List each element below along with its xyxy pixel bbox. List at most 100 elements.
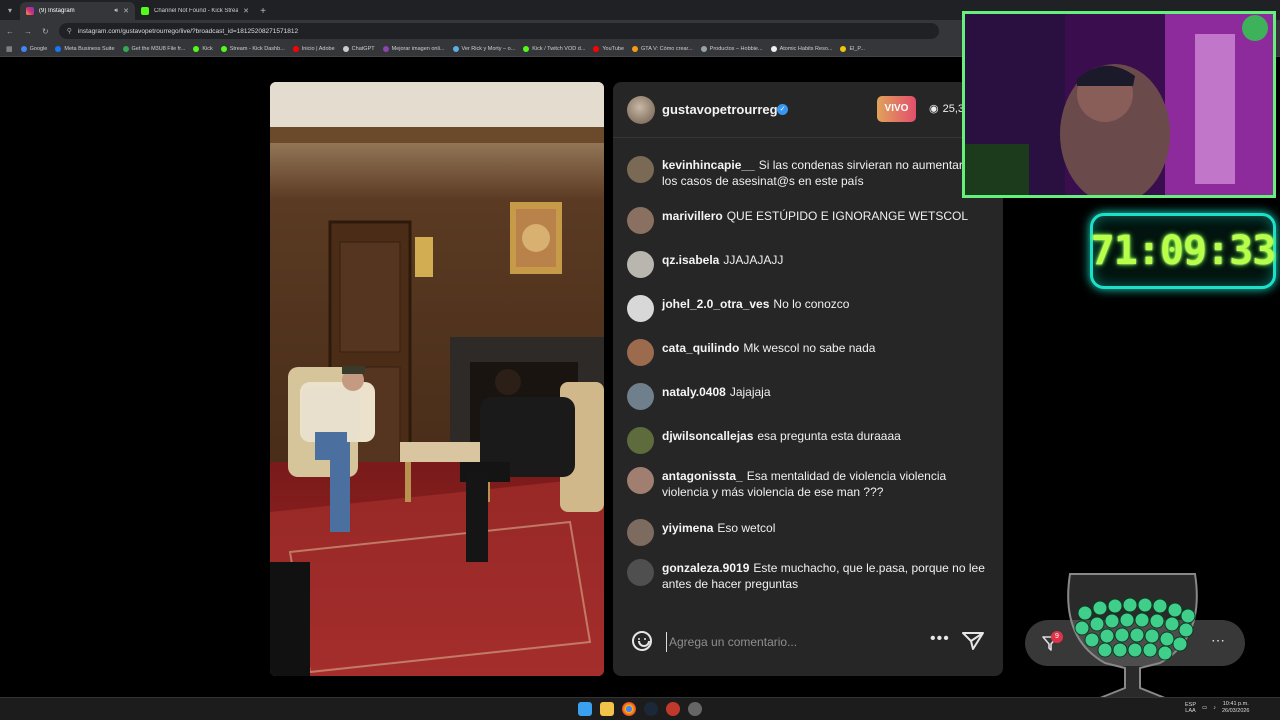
comment-item: gonzaleza.9019 Este muchacho, que le.pasa…: [627, 559, 987, 592]
commenter-avatar[interactable]: [627, 467, 654, 494]
webcam-image: [965, 14, 1273, 195]
chrome-icon[interactable]: [622, 702, 636, 716]
comment-item: kevinhincapie__ Si las condenas sirvieran…: [627, 156, 987, 189]
close-tab-icon[interactable]: ✕: [123, 7, 129, 15]
bookmark-favicon-icon: [122, 46, 129, 52]
tab-label: Channel Not Found - Kick Strea...: [154, 8, 239, 14]
start-icon[interactable]: [578, 702, 592, 716]
commenter-avatar[interactable]: [627, 156, 654, 183]
bookmark-favicon-icon: [55, 46, 62, 52]
live-badge: VIVO: [877, 96, 916, 122]
commenter-username[interactable]: johel_2.0_otra_ves: [662, 297, 769, 311]
send-icon[interactable]: [962, 631, 984, 651]
comment-item: marivillero QUE ESTÚPIDO E IGNORANGE WETS…: [627, 207, 987, 234]
comment-body: kevinhincapie__ Si las condenas sirvieran…: [662, 156, 987, 189]
steam-icon[interactable]: [644, 702, 658, 716]
comment-body: gonzaleza.9019 Este muchacho, que le.pasa…: [662, 559, 987, 592]
speaker-icon[interactable]: 🔊︎: [114, 8, 118, 15]
reload-icon[interactable]: ↻: [42, 27, 49, 36]
commenter-avatar[interactable]: [627, 519, 654, 546]
gift-more-icon[interactable]: ⋯: [1211, 632, 1225, 649]
commenter-avatar[interactable]: [627, 383, 654, 410]
clock[interactable]: 10:41 p.m. 26/03/2026: [1222, 701, 1250, 715]
commenter-username[interactable]: antagonissta_: [662, 469, 743, 483]
lang-secondary: LAA: [1185, 708, 1196, 714]
forward-icon[interactable]: →: [24, 27, 32, 36]
bookmark-favicon-icon: [382, 46, 389, 52]
bookmark-label: El_P...: [849, 46, 865, 52]
commenter-avatar[interactable]: [627, 207, 654, 234]
bookmark-favicon-icon: [342, 46, 349, 52]
commenter-username[interactable]: nataly.0408: [662, 385, 726, 399]
bookmark-item[interactable]: El_P...: [840, 46, 865, 52]
more-options-icon[interactable]: •••: [930, 630, 950, 648]
bookmark-item[interactable]: Meta Business Suite: [55, 46, 115, 52]
bookmark-label: Meta Business Suite: [64, 46, 115, 52]
app-icon[interactable]: [666, 702, 680, 716]
close-tab-icon[interactable]: ✕: [243, 7, 249, 15]
bookmark-item[interactable]: Get the M3U8 File fr...: [122, 46, 185, 52]
commenter-avatar[interactable]: [627, 251, 654, 278]
bookmark-item[interactable]: Productos – Hobbie...: [700, 46, 763, 52]
tab-kick[interactable]: Channel Not Found - Kick Strea... ✕: [135, 2, 255, 20]
bookmark-item[interactable]: Atomic Habits Reso...: [770, 46, 832, 52]
bookmark-item[interactable]: ChatGPT: [342, 46, 375, 52]
bookmark-item[interactable]: GTA V: Cómo crear...: [632, 46, 693, 52]
bookmark-favicon-icon: [632, 46, 639, 52]
commenter-avatar[interactable]: [627, 339, 654, 366]
bookmark-label: GTA V: Cómo crear...: [641, 46, 693, 52]
commenter-avatar[interactable]: [627, 559, 654, 586]
bookmark-favicon-icon: [770, 46, 777, 52]
settings-icon[interactable]: [688, 702, 702, 716]
host-avatar[interactable]: [627, 96, 655, 124]
commenter-username[interactable]: cata_quilindo: [662, 341, 739, 355]
commenter-username[interactable]: kevinhincapie__: [662, 158, 755, 172]
comment-text: Eso wetcol: [717, 521, 776, 535]
commenter-avatar[interactable]: [627, 427, 654, 454]
back-icon[interactable]: ←: [6, 27, 14, 36]
commenter-username[interactable]: marivillero: [662, 209, 723, 223]
language-indicator[interactable]: ESP LAA: [1185, 702, 1196, 714]
bookmark-label: YouTube: [602, 46, 625, 52]
commenter-username[interactable]: djwilsoncallejas: [662, 429, 753, 443]
file-explorer-icon[interactable]: [600, 702, 614, 716]
stream-timer: 71:09:33: [1090, 213, 1276, 289]
host-username[interactable]: gustavopetrourrego: [662, 102, 786, 117]
bookmark-item[interactable]: Kick: [193, 46, 213, 52]
commenter-username[interactable]: gonzaleza.9019: [662, 561, 749, 575]
emoji-icon[interactable]: [632, 631, 652, 651]
apps-grid-icon[interactable]: ▦: [6, 45, 13, 53]
bookmark-favicon-icon: [292, 46, 299, 52]
site-info-icon[interactable]: ⚲: [67, 27, 72, 35]
volume-icon[interactable]: ♪: [1213, 705, 1216, 711]
network-icon[interactable]: ▭: [1202, 705, 1207, 711]
new-tab-button[interactable]: +: [255, 6, 271, 17]
commenter-username[interactable]: qz.isabela: [662, 253, 719, 267]
live-video[interactable]: [270, 82, 604, 676]
bookmark-favicon-icon: [193, 46, 200, 52]
bookmark-item[interactable]: YouTube: [593, 46, 624, 52]
comment-body: qz.isabela JJAJAJAJJ: [662, 251, 987, 278]
bookmark-favicon-icon: [220, 46, 227, 52]
tab-instagram[interactable]: (9) Instagram 🔊︎ ✕: [20, 2, 135, 20]
tab-search-icon[interactable]: ▾: [0, 0, 20, 20]
eye-icon: ◉: [929, 103, 939, 115]
commenter-avatar[interactable]: [627, 295, 654, 322]
bookmark-favicon-icon: [593, 46, 600, 52]
bookmark-item[interactable]: Stream - Kick Dashb...: [220, 46, 285, 52]
bookmark-item[interactable]: Mejorar imagen onli...: [382, 46, 445, 52]
comment-input[interactable]: [666, 632, 916, 652]
comment-body: djwilsoncallejas esa pregunta esta duraaa…: [662, 427, 987, 454]
comment-text: esa pregunta esta duraaaa: [757, 429, 901, 443]
kick-favicon-icon: [141, 7, 149, 15]
bookmark-item[interactable]: Google: [20, 46, 47, 52]
bookmark-item[interactable]: Ver Rick y Morty – o...: [452, 46, 515, 52]
comment-body: marivillero QUE ESTÚPIDO E IGNORANGE WETS…: [662, 207, 987, 234]
tip-jar-glass: [1067, 573, 1198, 701]
bookmark-item[interactable]: Kick / Twitch VOD d...: [523, 46, 585, 52]
url-field[interactable]: ⚲ instagram.com/gustavopetrourrego/live/…: [58, 23, 939, 39]
commenter-username[interactable]: yiyimena: [662, 521, 713, 535]
bookmark-item[interactable]: Inicio | Adobe: [292, 46, 335, 52]
live-chat-panel: gustavopetrourrego ✓ VIVO ◉ 25,3 kevinhi…: [613, 82, 1003, 676]
comment-body: nataly.0408 Jajajaja: [662, 383, 987, 410]
